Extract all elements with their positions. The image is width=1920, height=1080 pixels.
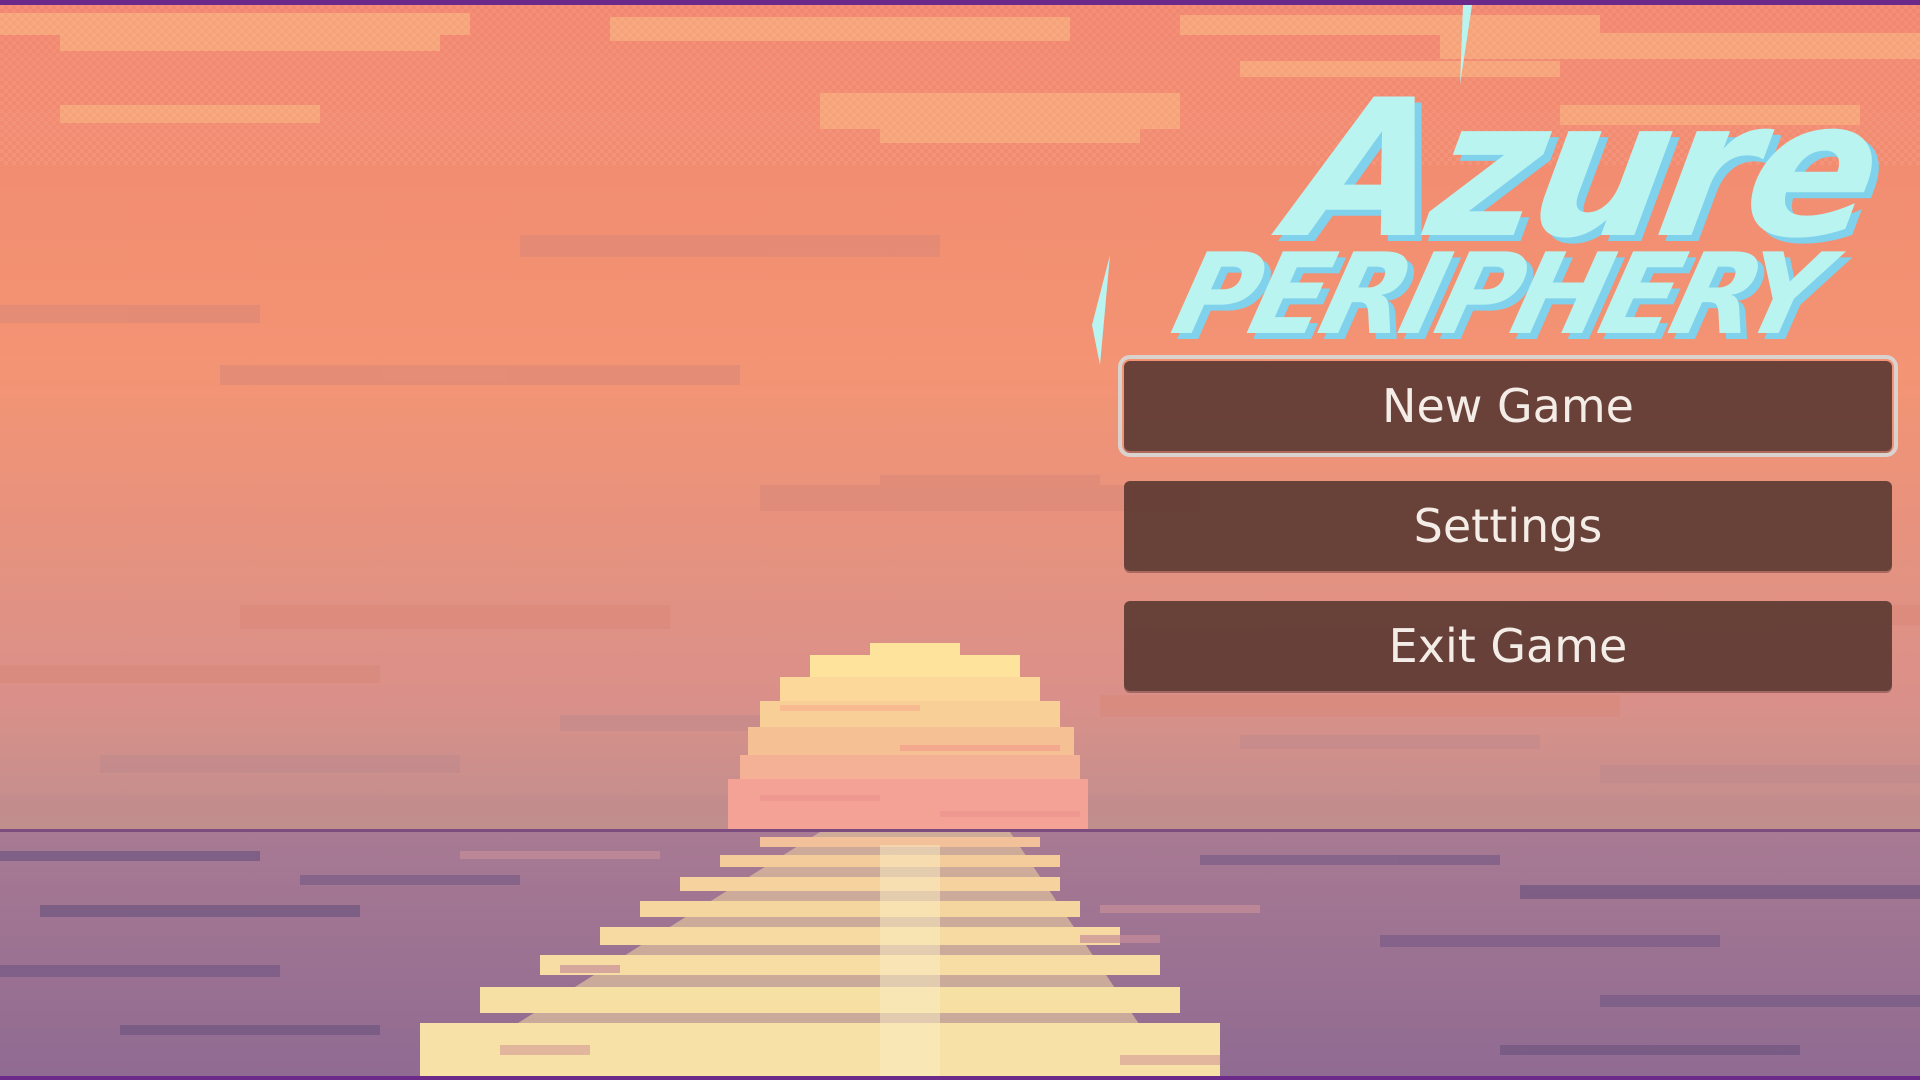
main-menu: New Game Settings Exit Game bbox=[1118, 355, 1898, 721]
logo-line2: PERIPHERY bbox=[1162, 229, 1852, 360]
title-screen: Azure PERIPHERY Azure PERIPHERY New Game… bbox=[0, 0, 1920, 1080]
game-logo: Azure PERIPHERY Azure PERIPHERY bbox=[1080, 5, 1920, 385]
logo-tail bbox=[1092, 255, 1110, 365]
new-game-button[interactable]: New Game bbox=[1118, 355, 1898, 457]
exit-game-button[interactable]: Exit Game bbox=[1124, 601, 1892, 691]
horizon bbox=[0, 829, 1920, 832]
logo-art: Azure PERIPHERY Azure PERIPHERY bbox=[1092, 5, 1898, 366]
settings-button[interactable]: Settings bbox=[1124, 481, 1892, 571]
